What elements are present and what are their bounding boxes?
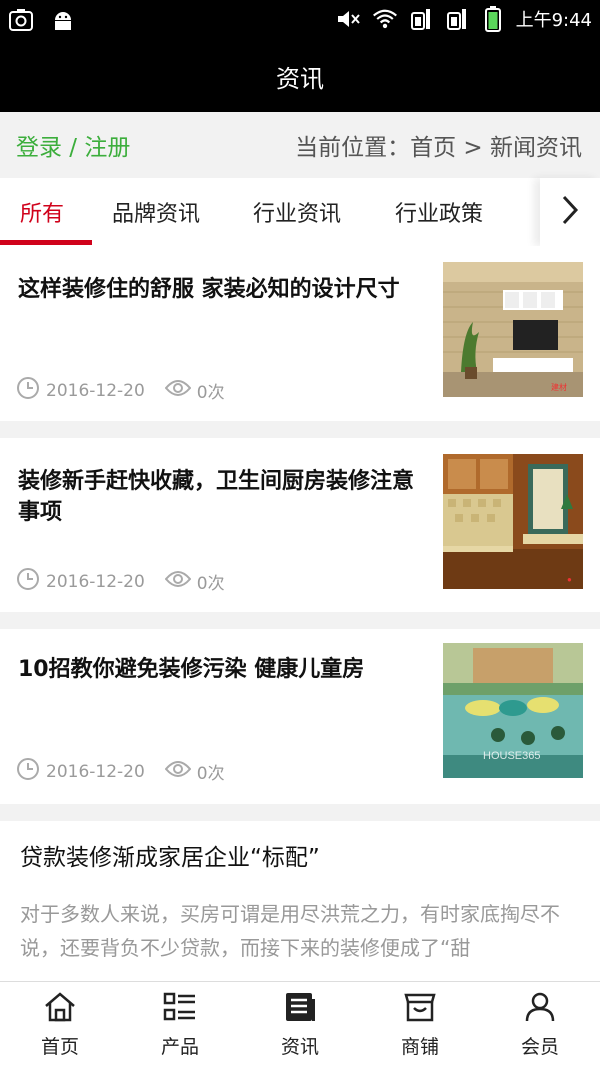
mute-icon bbox=[336, 6, 362, 32]
article-card[interactable]: 贷款装修渐成家居企业“标配” 对于多数人来说，买房可谓是用尽洪荒之力，有时家底掏… bbox=[0, 821, 600, 981]
article-meta: 2016-12-20 0次 bbox=[16, 376, 225, 405]
article-card[interactable]: 10招教你避免装修污染 健康儿童房 2016-12-20 0次 HOUSE365 bbox=[0, 629, 600, 804]
article-meta: 2016-12-20 0次 bbox=[16, 757, 225, 786]
article-card[interactable]: 装修新手赶快收藏，卫生间厨房装修注意事项 2016-12-20 0次 ● bbox=[0, 438, 600, 612]
category-tabs: 所有 品牌资讯 行业资讯 行业政策 bbox=[0, 178, 600, 246]
clock-icon bbox=[16, 376, 46, 405]
tabs-scroll-right-button[interactable] bbox=[540, 178, 600, 246]
article-title[interactable]: 装修新手赶快收藏，卫生间厨房装修注意事项 bbox=[18, 466, 418, 528]
clock-icon bbox=[16, 567, 46, 596]
article-date: 2016-12-20 bbox=[46, 380, 145, 401]
article-date: 2016-12-20 bbox=[46, 571, 145, 592]
battery-icon bbox=[480, 6, 506, 32]
screenshot-icon bbox=[8, 7, 34, 33]
article-views: 0次 bbox=[196, 574, 225, 594]
nav-home[interactable]: 首页 bbox=[0, 982, 120, 1067]
location-bar: 登录 / 注册 当前位置：首页 > 新闻资讯 bbox=[0, 112, 600, 178]
article-views: 0次 bbox=[196, 383, 225, 403]
signal-2-icon bbox=[444, 6, 470, 32]
nav-home-label: 首页 bbox=[40, 1035, 79, 1058]
status-time: 上午9:44 bbox=[515, 10, 592, 31]
article-title[interactable]: 贷款装修渐成家居企业“标配” bbox=[20, 843, 580, 874]
login-register-link[interactable]: 登录 / 注册 bbox=[16, 128, 130, 162]
nav-products[interactable]: 产品 bbox=[120, 982, 240, 1067]
status-bar: 上午9:44 bbox=[0, 0, 600, 40]
nav-store[interactable]: 商铺 bbox=[360, 982, 480, 1067]
nav-member-label: 会员 bbox=[520, 1035, 559, 1058]
tab-industry-policy[interactable]: 行业政策 bbox=[395, 178, 483, 246]
article-excerpt: 对于多数人来说，买房可谓是用尽洪荒之力，有时家底掏尽不说，还要背负不少贷款，而接… bbox=[20, 902, 560, 960]
android-icon bbox=[50, 7, 76, 33]
news-icon bbox=[283, 991, 317, 1028]
eye-icon bbox=[164, 569, 197, 594]
article-title[interactable]: 10招教你避免装修污染 健康儿童房 bbox=[18, 654, 418, 685]
svg-text:建材: 建材 bbox=[551, 382, 567, 392]
nav-member[interactable]: 会员 bbox=[480, 982, 600, 1067]
bottom-nav: 首页 产品 资讯 商铺 会员 bbox=[0, 981, 600, 1067]
tab-all[interactable]: 所有 bbox=[20, 178, 64, 246]
nav-news-label: 资讯 bbox=[280, 1035, 319, 1058]
eye-icon bbox=[164, 378, 197, 403]
store-icon bbox=[403, 991, 437, 1028]
clock-icon bbox=[16, 757, 46, 786]
wifi-icon bbox=[372, 6, 398, 32]
article-thumbnail[interactable]: 建材 bbox=[443, 262, 583, 397]
nav-store-label: 商铺 bbox=[400, 1035, 439, 1058]
chevron-right-icon bbox=[560, 194, 580, 230]
tab-brand-news[interactable]: 品牌资讯 bbox=[112, 178, 200, 246]
svg-text:HOUSE365: HOUSE365 bbox=[483, 750, 540, 762]
home-icon bbox=[43, 991, 77, 1028]
article-title[interactable]: 这样装修住的舒服 家装必知的设计尺寸 bbox=[18, 274, 418, 305]
svg-text:●: ● bbox=[567, 575, 572, 584]
article-thumbnail[interactable]: ● bbox=[443, 454, 583, 589]
eye-icon bbox=[164, 759, 197, 784]
signal-1-icon bbox=[408, 6, 434, 32]
article-thumbnail[interactable]: HOUSE365 bbox=[443, 643, 583, 778]
breadcrumb: 当前位置：首页 > 新闻资讯 bbox=[295, 135, 582, 161]
user-icon bbox=[523, 991, 557, 1028]
article-meta: 2016-12-20 0次 bbox=[16, 567, 225, 596]
page-title-bar: 资讯 bbox=[0, 40, 600, 112]
tab-industry-news[interactable]: 行业资讯 bbox=[253, 178, 341, 246]
article-date: 2016-12-20 bbox=[46, 761, 145, 782]
nav-products-label: 产品 bbox=[160, 1035, 199, 1058]
page-title: 资讯 bbox=[276, 64, 324, 93]
nav-news[interactable]: 资讯 bbox=[240, 982, 360, 1067]
article-views: 0次 bbox=[196, 764, 225, 784]
article-card[interactable]: 这样装修住的舒服 家装必知的设计尺寸 2016-12-20 0次 建材 bbox=[0, 246, 600, 421]
active-tab-indicator bbox=[0, 240, 92, 245]
list-icon bbox=[163, 991, 197, 1028]
